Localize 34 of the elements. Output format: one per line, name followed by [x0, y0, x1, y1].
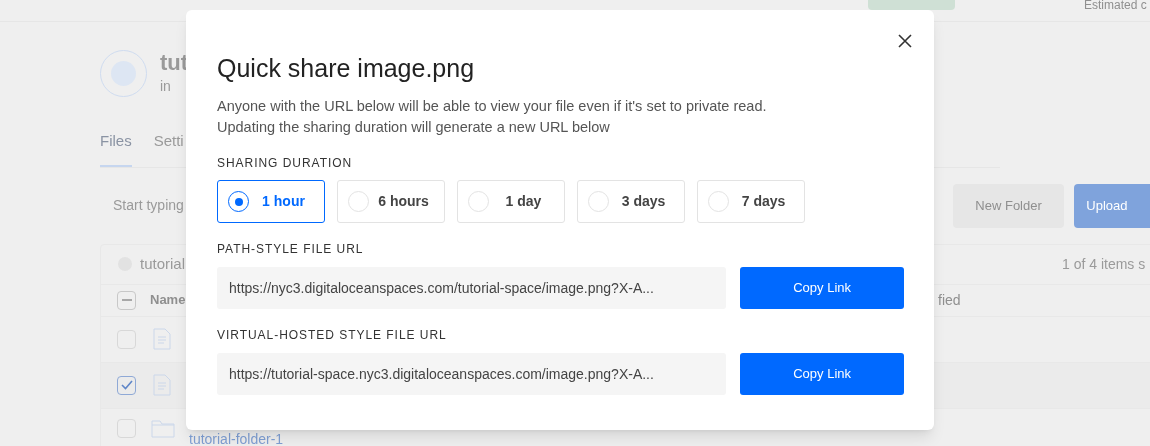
url-field[interactable]: https://tutorial-space.nyc3.digitaloceanspaces.com/image.png?X-A... — [217, 353, 727, 395]
space-title: tut — [160, 50, 189, 76]
duration-option[interactable]: 3 days — [577, 180, 685, 223]
select-all-checkbox[interactable] — [117, 290, 136, 310]
tab[interactable]: Files — [100, 130, 132, 167]
duration-option[interactable]: 7 days — [697, 180, 805, 223]
section-label: VIRTUAL-HOSTED STYLE FILE URL — [217, 327, 448, 344]
copy-link-button[interactable]: Copy Link — [740, 267, 904, 309]
file-icon — [153, 374, 171, 396]
duration-option[interactable]: 1 day — [457, 180, 565, 223]
location-label: in — [160, 77, 172, 96]
row-checkbox[interactable] — [117, 375, 136, 395]
new-folder-button[interactable]: New Folder — [952, 183, 1065, 228]
file-icon — [153, 328, 171, 350]
column-header: Name — [150, 291, 186, 310]
selection-count: 1 of 4 items s — [1062, 254, 1146, 274]
tab[interactable]: Setti — [153, 130, 184, 167]
estimate-label: Estimated c — [1084, 0, 1147, 14]
search-field[interactable]: Start typing — [100, 183, 184, 228]
copy-link-button[interactable]: Copy Link — [740, 353, 904, 395]
dialog-title: Quick share image.png — [217, 54, 476, 82]
section-label: PATH-STYLE FILE URL — [217, 241, 365, 258]
duration-option[interactable]: 1 hour — [217, 180, 325, 223]
section-label: SHARING DURATION — [217, 155, 354, 172]
duration-option[interactable]: 6 hours — [337, 180, 445, 223]
upload-button[interactable]: Upload — [1074, 183, 1150, 228]
folder-icon — [151, 418, 175, 438]
column-header: fied — [938, 290, 961, 310]
breadcrumb-label: tutorial — [140, 253, 186, 274]
close-button[interactable] — [898, 34, 912, 48]
check-icon — [120, 380, 133, 390]
description-text: Anyone with the URL below will be able to view your file even if it's set to private read. — [217, 97, 768, 116]
description-text: Updating the sharing duration will generate a new URL below — [217, 118, 611, 137]
url-field[interactable]: https://nyc3.digitaloceanspaces.com/tutorial-space/image.png?X-A... — [217, 267, 727, 309]
